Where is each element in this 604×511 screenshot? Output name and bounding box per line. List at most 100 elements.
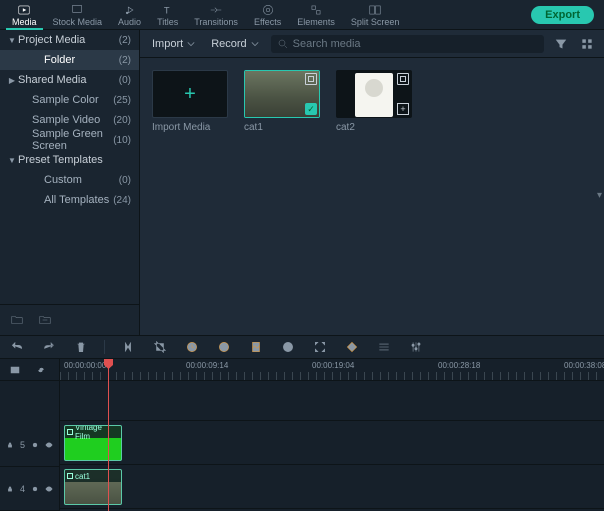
mixer-icon[interactable] [407,338,425,356]
sidebar-item-samplecolor[interactable]: Sample Color(25) [0,90,139,110]
sidebar-label: Project Media [18,34,119,46]
record-dropdown[interactable]: Record [207,36,262,52]
track-headers: 5 4 [0,359,60,511]
track-number: 5 [20,440,25,450]
audio-icon [123,3,137,17]
visibility-icon[interactable] [45,440,53,450]
redo-icon[interactable] [40,338,58,356]
track-header-4[interactable]: 4 [0,467,59,511]
tab-audio[interactable]: Audio [110,1,149,29]
lock-icon [6,440,14,450]
media-thumbnail[interactable]: + [336,70,412,118]
media-label: cat1 [244,122,320,133]
greenscreen-icon[interactable] [247,338,265,356]
search-box[interactable] [271,35,544,53]
media-icon [17,3,31,17]
marker-icon[interactable] [343,338,361,356]
timeline-link-icon[interactable] [32,361,50,379]
search-input[interactable] [293,38,538,50]
sidebar-item-samplevideo[interactable]: Sample Video(20) [0,110,139,130]
fit-icon[interactable] [311,338,329,356]
sidebar-label: Custom [18,174,119,186]
sidebar-label: Sample Green Screen [18,128,113,152]
main-area: ▼Project Media(2)Folder(2)▶Shared Media(… [0,30,604,335]
crop-icon[interactable] [151,338,169,356]
tab-effects[interactable]: Effects [246,1,289,29]
sidebar-item-projectmedia[interactable]: ▼Project Media(2) [0,30,139,50]
tab-label: Titles [157,17,178,27]
timeline-body[interactable]: 00:00:00:0000:00:09:1400:00:19:0400:00:2… [60,359,604,511]
tab-stock-media[interactable]: Stock Media [45,1,111,29]
time-ruler[interactable]: 00:00:00:0000:00:09:1400:00:19:0400:00:2… [60,359,604,381]
titles-icon: T [161,3,175,17]
sidebar-item-alltemplates[interactable]: All Templates(24) [0,190,139,210]
import-media-button[interactable]: + Import Media [152,70,228,133]
sidebar-label: Sample Video [18,114,113,126]
record-label: Record [211,38,246,50]
lock-icon [6,484,14,494]
checkmark-icon: ✓ [305,103,317,115]
sidebar-item-folder[interactable]: Folder(2) [0,50,139,70]
split-icon[interactable] [119,338,137,356]
chevron-down-icon [187,40,195,48]
delete-icon[interactable] [72,338,90,356]
sidebar-item-custom[interactable]: Custom(0) [0,170,139,190]
keyframe-icon[interactable] [279,338,297,356]
filter-icon[interactable] [552,35,570,53]
export-button[interactable]: Export [531,6,594,24]
scroll-arrow[interactable]: ▾ [597,190,602,201]
tab-elements[interactable]: Elements [289,1,343,29]
timeline: 5 4 00:00:00:0000:00:09:1400:00:19:0400:… [0,359,604,511]
sidebar-label: Sample Color [18,94,113,106]
ruler-mark: 00:00:00:00 [64,361,106,370]
visibility-icon[interactable] [45,484,53,494]
add-badge-icon[interactable]: + [397,103,409,115]
grid-view-icon[interactable] [578,35,596,53]
top-tabs-bar: Media Stock Media Audio T Titles Transit… [0,0,604,30]
media-content-panel: Import Record + Import Media ✓ cat1 +cat2 [140,30,604,335]
clip-green-screen[interactable]: Vintage Film [64,425,122,461]
ruler-mark: 00:00:28:18 [438,361,480,370]
media-thumbnail[interactable]: + [152,70,228,118]
new-folder-icon[interactable] [8,311,26,329]
tab-label: Audio [118,17,141,27]
sidebar-count: (2) [119,55,131,66]
track-header-5[interactable]: 5 [0,423,59,467]
clip-video[interactable]: cat1 [64,469,122,505]
tab-transitions[interactable]: Transitions [186,1,246,29]
mute-icon[interactable] [31,484,39,494]
sidebar-count: (2) [119,35,131,46]
clip-label: Vintage Film [75,425,119,441]
tree-toggle-icon[interactable]: ▼ [8,36,16,45]
track-row-5[interactable]: Vintage Film [60,421,604,465]
tab-label: Effects [254,17,281,27]
playhead[interactable] [108,359,109,511]
menu-icon[interactable] [375,338,393,356]
search-icon [277,38,289,50]
delete-folder-icon[interactable] [36,311,54,329]
sidebar-item-samplegreen[interactable]: Sample Green Screen(10) [0,130,139,150]
mute-icon[interactable] [31,440,39,450]
media-thumbnail[interactable]: ✓ [244,70,320,118]
transitions-icon [209,3,223,17]
media-item-cat1[interactable]: ✓ cat1 [244,70,320,133]
track-row-4[interactable]: cat1 [60,465,604,509]
sidebar-item-preset[interactable]: ▼Preset Templates [0,150,139,170]
tab-media[interactable]: Media [4,1,45,29]
media-item-cat2[interactable]: +cat2 [336,70,412,133]
import-dropdown[interactable]: Import [148,36,199,52]
tab-titles[interactable]: T Titles [149,1,186,29]
sidebar-item-sharedmedia[interactable]: ▶Shared Media(0) [0,70,139,90]
split-screen-icon [368,3,382,17]
track-number: 4 [20,484,25,494]
tree-toggle-icon[interactable]: ▶ [8,76,16,85]
speed-icon[interactable] [183,338,201,356]
tab-split-screen[interactable]: Split Screen [343,1,408,29]
media-label: Import Media [152,122,228,133]
undo-icon[interactable] [8,338,26,356]
ruler-mark: 00:00:38:08 [564,361,604,370]
sidebar-count: (25) [113,95,131,106]
color-icon[interactable] [215,338,233,356]
tree-toggle-icon[interactable]: ▼ [8,156,16,165]
timeline-settings-icon[interactable] [6,361,24,379]
